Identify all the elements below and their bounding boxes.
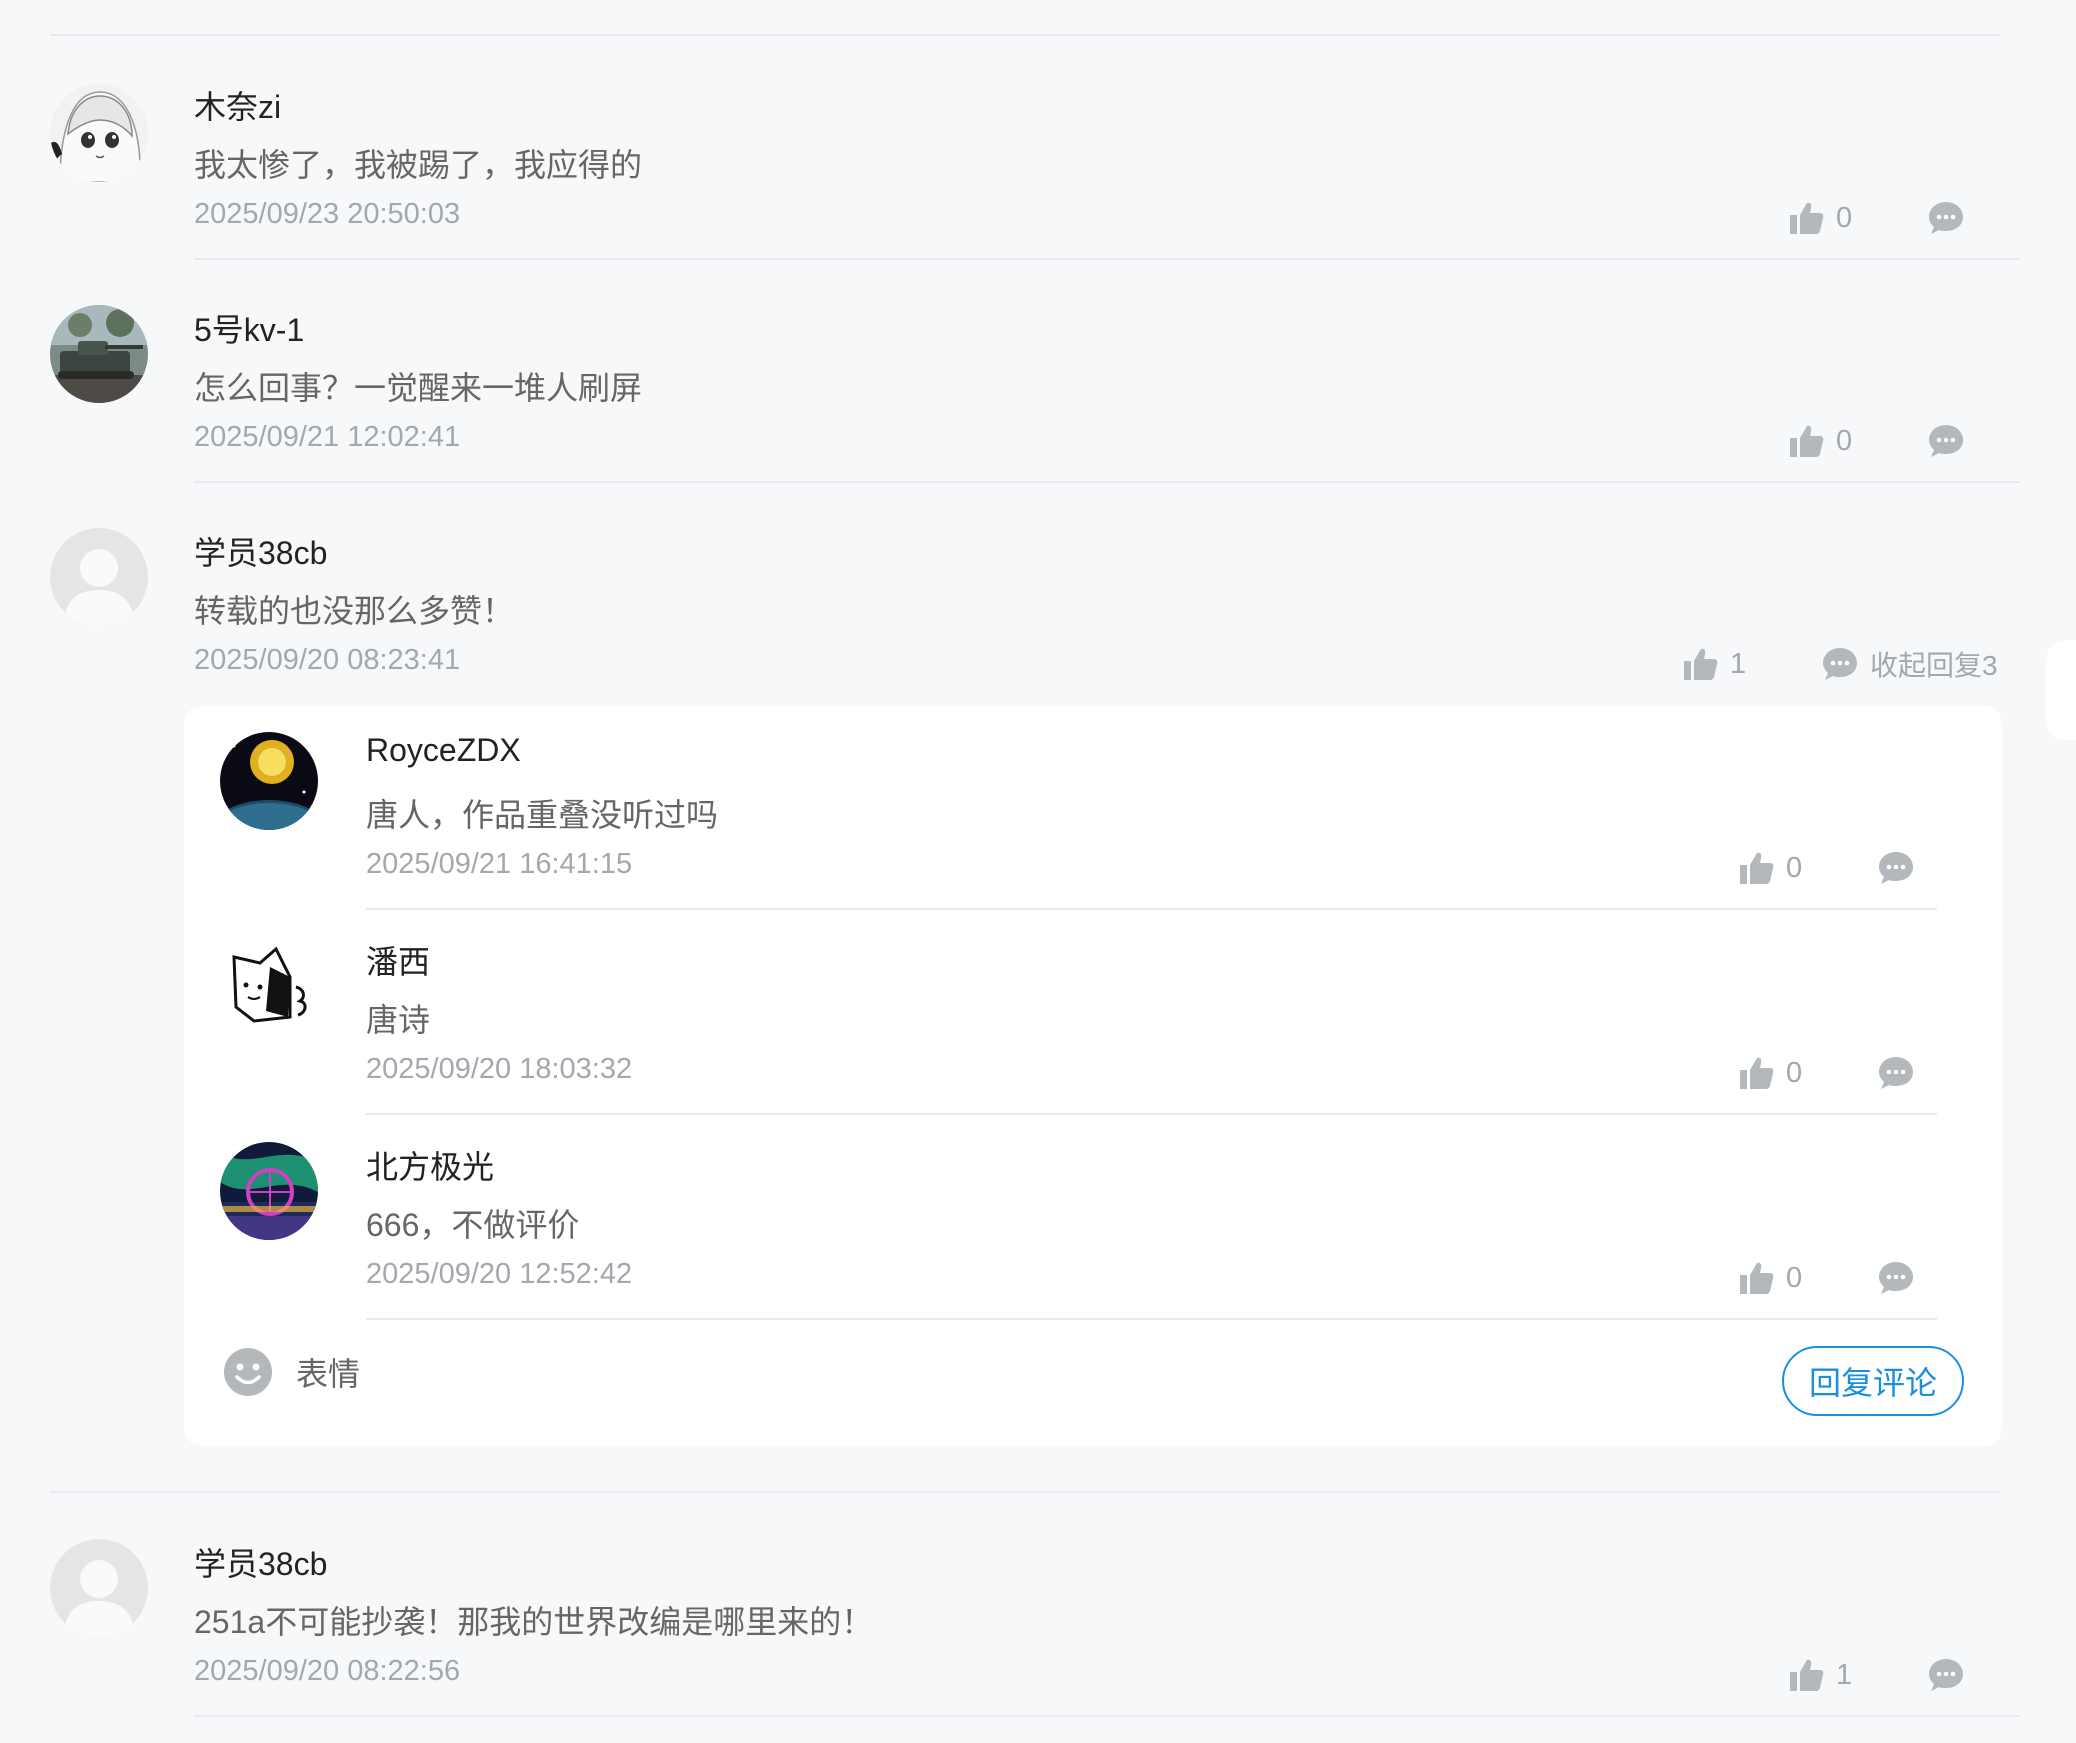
thumbs-up-icon: [1736, 1258, 1776, 1298]
comment-time: 2025/09/23 20:50:03: [194, 198, 461, 230]
divider: [194, 258, 2020, 260]
like-button[interactable]: 0: [1736, 848, 1802, 888]
chat-bubble-icon: [1876, 1258, 1916, 1298]
comment-author[interactable]: 学员38cb: [194, 528, 327, 574]
like-button[interactable]: 0: [1736, 1053, 1802, 1093]
comment-time: 2025/09/21 12:02:41: [194, 421, 461, 453]
thumbs-up-icon: [1680, 644, 1720, 684]
like-count: 0: [1786, 1056, 1803, 1089]
reply-button[interactable]: [1926, 421, 1966, 461]
comment-time: 2025/09/20 08:22:56: [194, 1655, 461, 1687]
reply-text: 唐人，作品重叠没听过吗: [366, 797, 719, 833]
divider: [366, 1113, 1937, 1115]
like-count: 1: [1836, 1658, 1853, 1691]
reply-text: 唐诗: [366, 1002, 431, 1038]
like-count: 0: [1836, 424, 1853, 457]
submit-reply-button[interactable]: 回复评论: [1782, 1346, 1964, 1416]
chat-bubble-icon: [1820, 644, 1860, 684]
comment-author[interactable]: 5号kv-1: [194, 305, 304, 351]
comment-text: 转载的也没那么多赞！: [194, 593, 515, 629]
reply-author[interactable]: RoyceZDX: [366, 732, 521, 769]
divider: [366, 908, 1937, 910]
reply-button[interactable]: [1876, 1258, 1916, 1298]
avatar[interactable]: [220, 1142, 318, 1240]
thumbs-up-icon: [1786, 198, 1826, 238]
divider: [194, 481, 2020, 483]
avatar[interactable]: [50, 528, 148, 626]
like-button[interactable]: 0: [1786, 421, 1852, 461]
like-count: 0: [1786, 1261, 1803, 1294]
side-panel-edge: [2046, 640, 2076, 740]
like-button[interactable]: 0: [1786, 198, 1852, 238]
comment-text: 251a不可能抄袭！那我的世界改编是哪里来的！: [194, 1604, 874, 1640]
reply-button[interactable]: [1926, 198, 1966, 238]
reply-button[interactable]: [1876, 848, 1916, 888]
comment-section: 木奈zi 我太惨了，我被踢了，我应得的 2025/09/23 20:50:03 …: [0, 0, 2076, 1743]
divider: [50, 34, 2001, 36]
collapse-replies-label: 收起回复3: [1870, 650, 1998, 681]
reply-text: 666，不做评价: [366, 1207, 580, 1243]
reply-button[interactable]: [1876, 1053, 1916, 1093]
like-count: 1: [1730, 647, 1747, 680]
chat-bubble-icon: [1926, 198, 1966, 238]
emoji-button[interactable]: 表情: [222, 1346, 360, 1398]
like-button[interactable]: 1: [1786, 1655, 1852, 1695]
comment-author[interactable]: 学员38cb: [194, 1539, 327, 1585]
comment-text: 我太惨了，我被踢了，我应得的: [194, 147, 643, 183]
comment-author[interactable]: 木奈zi: [194, 82, 281, 128]
avatar[interactable]: [220, 937, 318, 1035]
divider: [366, 1318, 1937, 1320]
reply-author[interactable]: 北方极光: [366, 1142, 494, 1188]
like-count: 0: [1836, 201, 1853, 234]
thumbs-up-icon: [1736, 1053, 1776, 1093]
like-button[interactable]: 1: [1680, 644, 1746, 684]
chat-bubble-icon: [1876, 848, 1916, 888]
chat-bubble-icon: [1876, 1053, 1916, 1093]
reply-author[interactable]: 潘西: [366, 937, 430, 983]
comment-time: 2025/09/20 08:23:41: [194, 644, 461, 676]
reply-time: 2025/09/20 18:03:32: [366, 1053, 633, 1085]
like-count: 0: [1786, 851, 1803, 884]
replies-panel: RoyceZDX 唐人，作品重叠没听过吗 2025/09/21 16:41:15…: [184, 706, 2002, 1446]
divider: [50, 1491, 2001, 1493]
comment-text: 怎么回事？一觉醒来一堆人刷屏: [194, 370, 643, 406]
avatar[interactable]: [50, 84, 148, 182]
avatar[interactable]: [50, 1539, 148, 1637]
chat-bubble-icon: [1926, 421, 1966, 461]
avatar[interactable]: [50, 305, 148, 403]
emoji-label: 表情: [296, 1356, 361, 1392]
chat-bubble-icon: [1926, 1655, 1966, 1695]
thumbs-up-icon: [1786, 421, 1826, 461]
avatar[interactable]: [220, 732, 318, 830]
collapse-replies-button[interactable]: 收起回复3: [1820, 644, 1998, 684]
reply-time: 2025/09/20 12:52:42: [366, 1258, 633, 1290]
thumbs-up-icon: [1786, 1655, 1826, 1695]
reply-button[interactable]: [1926, 1655, 1966, 1695]
reply-time: 2025/09/21 16:41:15: [366, 848, 633, 880]
thumbs-up-icon: [1736, 848, 1776, 888]
like-button[interactable]: 0: [1736, 1258, 1802, 1298]
divider: [194, 1715, 2020, 1717]
smiley-face-icon: [222, 1346, 274, 1398]
